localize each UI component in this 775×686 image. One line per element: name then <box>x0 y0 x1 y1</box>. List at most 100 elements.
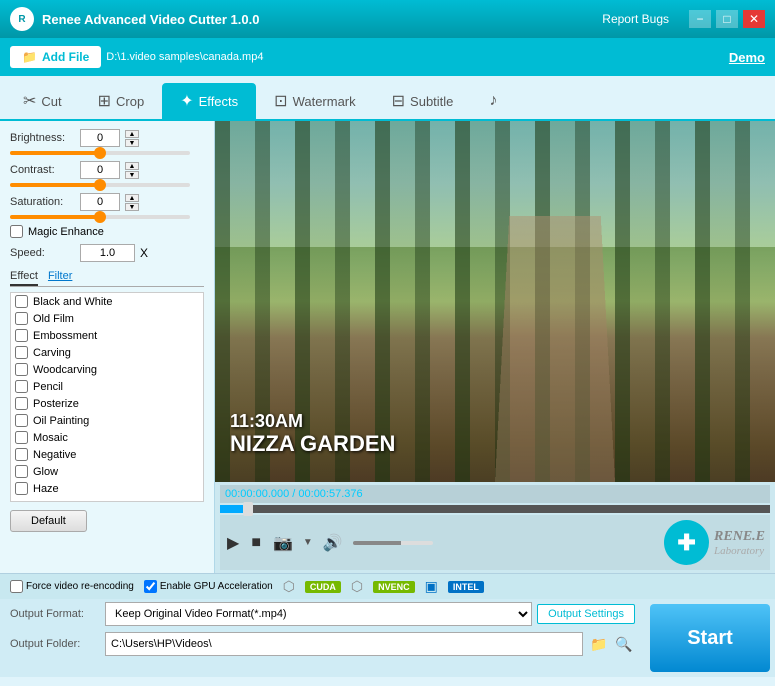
effect-item-haze[interactable]: Haze <box>11 480 203 497</box>
effect-item-woodcarving[interactable]: Woodcarving <box>11 361 203 378</box>
effect-checkbox-black-white[interactable] <box>15 295 28 308</box>
output-folder-row: Output Folder: 📁 🔍 <box>0 629 645 659</box>
contrast-slider[interactable] <box>10 183 190 187</box>
effect-label-embossment: Embossment <box>33 330 97 342</box>
effect-item-oil-painting[interactable]: Oil Painting <box>11 412 203 429</box>
intel-badge: INTEL <box>448 581 484 593</box>
volume-button[interactable]: 🔊 <box>321 531 345 555</box>
tab-subtitle[interactable]: ⊟ Subtitle <box>374 83 472 119</box>
effect-checkbox-woodcarving[interactable] <box>15 363 28 376</box>
cuda-badge: CUDA <box>305 581 341 593</box>
screenshot-button[interactable]: 📷 <box>271 531 295 555</box>
default-button[interactable]: Default <box>10 510 87 532</box>
effect-checkbox-posterize[interactable] <box>15 397 28 410</box>
brightness-down[interactable]: ▼ <box>125 139 139 147</box>
gpu-accel-checkbox[interactable] <box>144 580 157 593</box>
effect-label-woodcarving: Woodcarving <box>33 364 97 376</box>
renee-icon: ✚ <box>664 520 709 565</box>
volume-slider[interactable] <box>353 541 433 545</box>
tab-music[interactable]: ♪ <box>471 83 515 119</box>
effect-checkbox-embossment[interactable] <box>15 329 28 342</box>
effect-label-black-white: Black and White <box>33 296 112 308</box>
tab-watermark-label: Watermark <box>293 94 356 109</box>
output-settings-button[interactable]: Output Settings <box>537 604 635 624</box>
tab-cut[interactable]: ✂ Cut <box>5 83 80 119</box>
brightness-up[interactable]: ▲ <box>125 130 139 138</box>
tab-crop[interactable]: ⊞ Crop <box>80 83 163 119</box>
effect-checkbox-carving[interactable] <box>15 346 28 359</box>
gpu-accel-option: Enable GPU Acceleration <box>144 580 273 593</box>
report-bugs-link[interactable]: Report Bugs <box>602 12 669 26</box>
search-folder-button[interactable]: 🔍 <box>613 633 635 655</box>
effect-checkbox-old-film[interactable] <box>15 312 28 325</box>
start-button[interactable]: Start <box>650 604 770 672</box>
app-title: Renee Advanced Video Cutter 1.0.0 <box>42 12 602 27</box>
effect-checkbox-pencil[interactable] <box>15 380 28 393</box>
saturation-up[interactable]: ▲ <box>125 194 139 202</box>
saturation-input[interactable] <box>80 193 120 211</box>
screenshot-arrow[interactable]: ▼ <box>303 537 313 548</box>
magic-enhance-checkbox[interactable] <box>10 225 23 238</box>
effect-checkbox-negative[interactable] <box>15 448 28 461</box>
effect-item-negative[interactable]: Negative <box>11 446 203 463</box>
effect-checkbox-glow[interactable] <box>15 465 28 478</box>
window-controls: Report Bugs − □ ✕ <box>602 10 765 28</box>
output-settings: Output Format: Keep Original Video Forma… <box>0 599 645 677</box>
force-reencode-checkbox[interactable] <box>10 580 23 593</box>
contrast-up[interactable]: ▲ <box>125 162 139 170</box>
effect-item-mosaic[interactable]: Mosaic <box>11 429 203 446</box>
video-section: 11:30AM NIZZA GARDEN 00:00:00.000 / 00:0… <box>215 121 775 573</box>
nvenc-icon: ⬡ <box>351 578 363 595</box>
video-time-overlay: 11:30AM <box>230 411 303 432</box>
effect-checkbox-mosaic[interactable] <box>15 431 28 444</box>
nvenc-badge: NVENC <box>373 581 415 593</box>
effects-panel: Brightness: ▲ ▼ Contrast: ▲ ▼ Saturation… <box>0 121 215 573</box>
minimize-button[interactable]: − <box>689 10 711 28</box>
speed-input[interactable] <box>80 244 135 262</box>
effect-item-old-film[interactable]: Old Film <box>11 310 203 327</box>
renee-name: RENE.E <box>714 529 765 545</box>
saturation-slider[interactable] <box>10 215 190 219</box>
video-display: 11:30AM NIZZA GARDEN <box>215 121 775 482</box>
music-icon: ♪ <box>489 92 497 110</box>
tab-subtitle-label: Subtitle <box>410 94 453 109</box>
progress-handle[interactable] <box>243 502 253 516</box>
folder-icon-buttons: 📁 🔍 <box>588 633 635 655</box>
tab-watermark[interactable]: ⊡ Watermark <box>256 83 373 119</box>
effect-item-posterize[interactable]: Posterize <box>11 395 203 412</box>
effect-item-pencil[interactable]: Pencil <box>11 378 203 395</box>
browse-folder-button[interactable]: 📁 <box>588 633 610 655</box>
add-file-button[interactable]: 📁 Add File <box>10 46 101 68</box>
output-folder-input[interactable] <box>105 632 583 656</box>
effect-checkbox-haze[interactable] <box>15 482 28 495</box>
output-format-select[interactable]: Keep Original Video Format(*.mp4) <box>105 602 532 626</box>
tab-effects[interactable]: ✦ Effects <box>162 83 256 119</box>
stop-button[interactable]: ■ <box>249 532 263 554</box>
effect-tab[interactable]: Effect <box>10 270 38 286</box>
tab-bar: ✂ Cut ⊞ Crop ✦ Effects ⊡ Watermark ⊟ Sub… <box>0 76 775 121</box>
effect-item-glow[interactable]: Glow <box>11 463 203 480</box>
file-path-display: D:\1.video samples\canada.mp4 <box>106 51 724 63</box>
effect-item-carving[interactable]: Carving <box>11 344 203 361</box>
effect-item-black-white[interactable]: Black and White <box>11 293 203 310</box>
brightness-control: Brightness: ▲ ▼ <box>10 129 204 147</box>
maximize-button[interactable]: □ <box>716 10 738 28</box>
contrast-input[interactable] <box>80 161 120 179</box>
add-file-icon: 📁 <box>22 50 37 64</box>
progress-bar[interactable] <box>220 505 770 513</box>
effect-checkbox-oil-painting[interactable] <box>15 414 28 427</box>
effect-item-embossment[interactable]: Embossment <box>11 327 203 344</box>
subtitle-icon: ⊟ <box>392 91 405 111</box>
titlebar: R Renee Advanced Video Cutter 1.0.0 Repo… <box>0 0 775 38</box>
saturation-down[interactable]: ▼ <box>125 203 139 211</box>
force-reencode-label: Force video re-encoding <box>26 581 134 592</box>
brightness-slider[interactable] <box>10 151 190 155</box>
tab-effects-label: Effects <box>199 94 239 109</box>
brightness-input[interactable] <box>80 129 120 147</box>
filter-tab[interactable]: Filter <box>48 270 72 286</box>
play-button[interactable]: ▶ <box>225 531 241 555</box>
contrast-down[interactable]: ▼ <box>125 171 139 179</box>
renee-cross-icon: ✚ <box>677 530 695 556</box>
close-button[interactable]: ✕ <box>743 10 765 28</box>
demo-link[interactable]: Demo <box>729 50 765 65</box>
